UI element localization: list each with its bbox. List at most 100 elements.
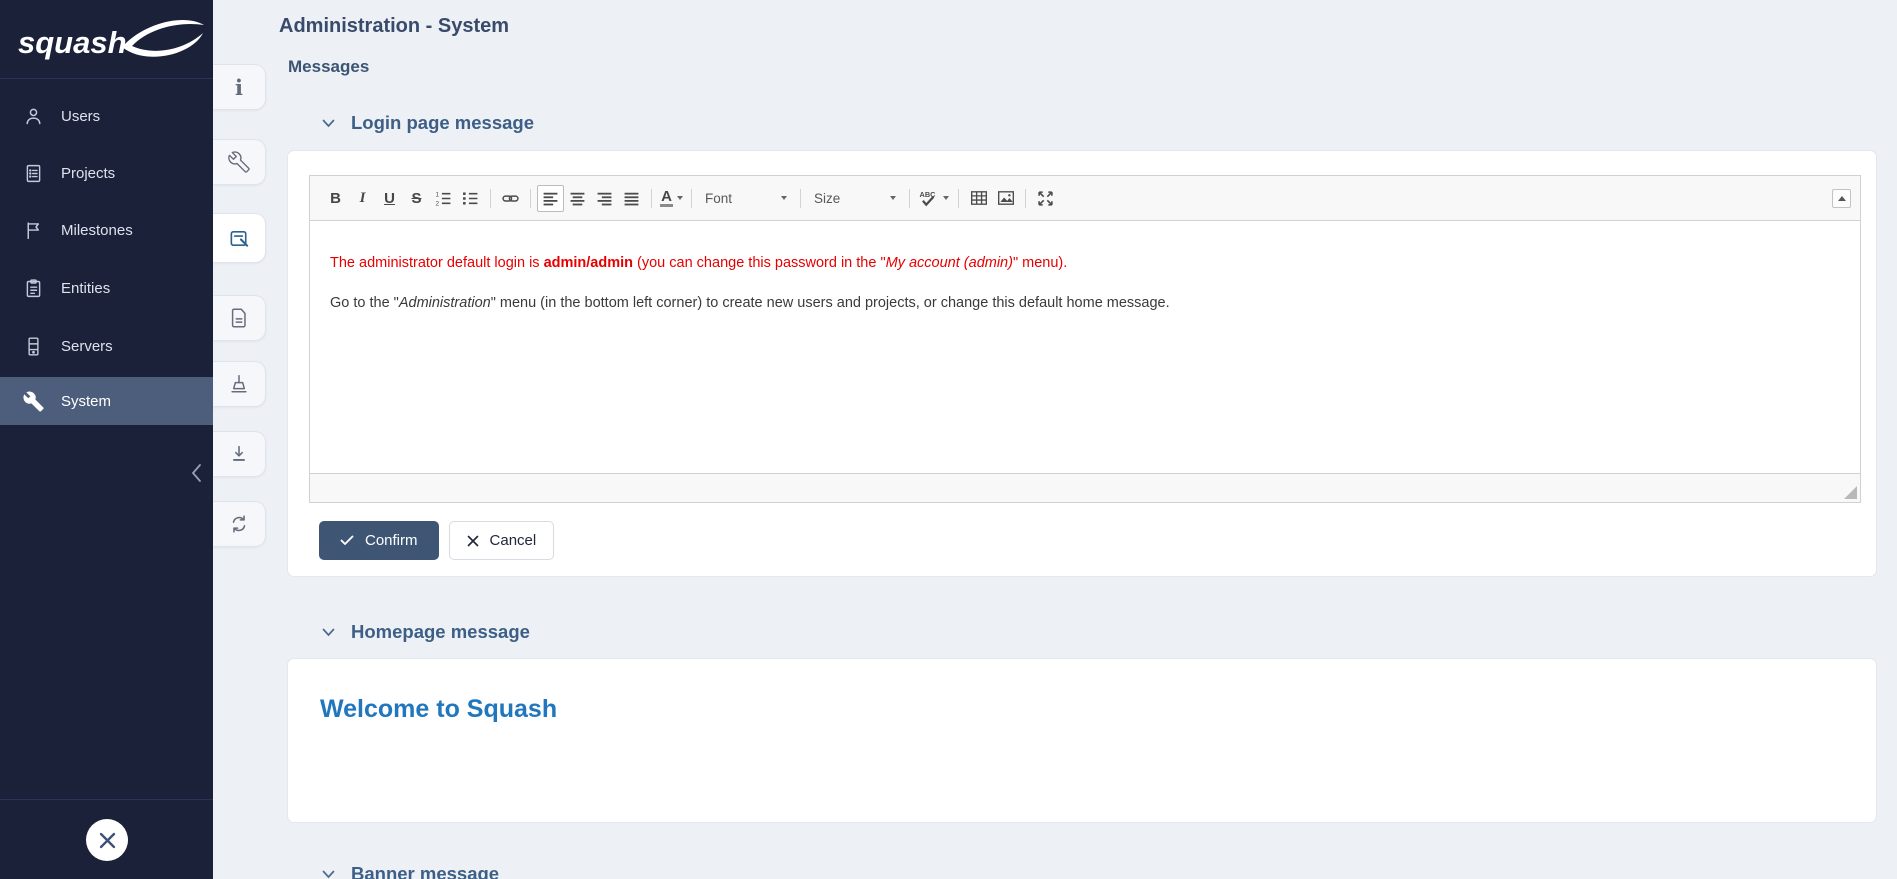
size-select-value: Size xyxy=(814,191,840,206)
sidebar-collapse-button[interactable] xyxy=(184,458,208,488)
sidebar-item-label: System xyxy=(61,393,111,410)
image-icon xyxy=(997,189,1015,207)
toolbar-separator xyxy=(958,189,959,208)
align-center-icon xyxy=(569,190,586,207)
svg-text:1: 1 xyxy=(436,191,440,198)
text-color-button[interactable]: A xyxy=(658,185,685,212)
login-message-line2: Go to the "Administration" menu (in the … xyxy=(330,293,1840,313)
dropdown-caret-icon xyxy=(781,196,787,200)
align-left-button[interactable] xyxy=(537,185,564,212)
check-icon xyxy=(340,535,354,546)
homepage-message-panel[interactable]: Welcome to Squash xyxy=(287,658,1877,823)
italic-button[interactable]: I xyxy=(349,185,376,212)
toolbar-separator xyxy=(1025,189,1026,208)
underline-button[interactable]: U xyxy=(376,185,403,212)
editor-status-bar xyxy=(310,473,1860,502)
editor-content[interactable]: The administrator default login is admin… xyxy=(310,221,1860,473)
bullet-list-button[interactable] xyxy=(457,185,484,212)
numbered-list-button[interactable]: 12 xyxy=(430,185,457,212)
rail-tab-downloads[interactable] xyxy=(213,431,266,477)
flag-icon xyxy=(22,219,44,241)
user-icon xyxy=(22,105,44,127)
rail-tab-settings[interactable] xyxy=(213,139,266,185)
strikethrough-button[interactable]: S xyxy=(403,185,430,212)
cancel-button[interactable]: Cancel xyxy=(449,521,555,560)
close-button[interactable] xyxy=(86,819,128,861)
download-icon xyxy=(228,443,250,465)
toolbar-separator xyxy=(651,189,652,208)
align-left-icon xyxy=(542,190,559,207)
dropdown-caret-icon xyxy=(943,196,949,200)
link-button[interactable] xyxy=(497,185,524,212)
collapse-toolbar-button[interactable] xyxy=(1832,189,1851,208)
maximize-button[interactable] xyxy=(1032,185,1059,212)
justify-button[interactable] xyxy=(618,185,645,212)
sidebar-divider xyxy=(0,799,213,800)
numbered-list-icon: 12 xyxy=(435,190,452,207)
confirm-button[interactable]: Confirm xyxy=(319,521,439,560)
toolbar-separator xyxy=(909,189,910,208)
maximize-icon xyxy=(1037,190,1054,207)
toolbar-separator xyxy=(691,189,692,208)
sidebar-item-servers[interactable]: Servers xyxy=(0,322,213,370)
panel-rail: i xyxy=(213,0,273,879)
squash-logo-graphic: squash xyxy=(10,13,206,65)
rail-tab-messages[interactable] xyxy=(213,213,266,263)
sidebar-item-label: Milestones xyxy=(61,222,133,239)
sidebar-item-label: Users xyxy=(61,108,100,125)
image-button[interactable] xyxy=(992,185,1019,212)
banner-message-header[interactable]: Banner message xyxy=(322,863,499,879)
message-edit-icon xyxy=(228,227,251,250)
sidebar-item-users[interactable]: Users xyxy=(0,92,213,140)
page-title: Administration - System xyxy=(279,15,509,38)
table-icon xyxy=(970,189,988,207)
chevron-down-icon xyxy=(322,628,335,637)
sync-icon xyxy=(228,513,250,535)
align-right-button[interactable] xyxy=(591,185,618,212)
server-icon xyxy=(22,335,44,357)
size-select[interactable]: Size xyxy=(807,185,903,212)
editor-toolbar: B I U S 12 xyxy=(310,176,1860,221)
dropdown-caret-icon xyxy=(890,196,896,200)
wrench-icon xyxy=(228,151,250,173)
broom-icon xyxy=(228,373,250,395)
text-color-icon: A xyxy=(660,189,673,207)
homepage-message-header[interactable]: Homepage message xyxy=(322,621,530,643)
sidebar-item-projects[interactable]: Projects xyxy=(0,149,213,197)
login-page-message-header[interactable]: Login page message xyxy=(322,112,534,134)
messages-section-label: Messages xyxy=(288,57,369,77)
toolbar-separator xyxy=(490,189,491,208)
sidebar-item-label: Servers xyxy=(61,338,113,355)
editor-actions: Confirm Cancel xyxy=(319,521,554,560)
x-icon xyxy=(467,535,479,547)
rail-tab-cleaning[interactable] xyxy=(213,361,266,407)
font-select[interactable]: Font xyxy=(698,185,794,212)
login-message-line1: The administrator default login is admin… xyxy=(330,253,1840,273)
rail-tab-synchronization[interactable] xyxy=(213,501,266,547)
rail-tab-logs[interactable] xyxy=(213,295,266,341)
spellcheck-button[interactable]: ABC xyxy=(916,185,952,212)
app-logo[interactable]: squash xyxy=(0,0,213,79)
align-right-icon xyxy=(596,190,613,207)
wrench-icon xyxy=(22,390,44,412)
sidebar-item-entities[interactable]: Entities xyxy=(0,264,213,312)
app: { "app": { "logo_text": "squash" }, "pag… xyxy=(0,0,1897,879)
resize-handle[interactable] xyxy=(1844,486,1857,499)
toolbar-separator xyxy=(530,189,531,208)
chevron-left-icon xyxy=(190,461,203,485)
chevron-down-icon xyxy=(322,870,335,879)
project-document-icon xyxy=(22,162,44,184)
spellcheck-icon: ABC xyxy=(919,189,939,207)
close-icon xyxy=(98,831,117,850)
section-title: Homepage message xyxy=(351,621,530,643)
sidebar-item-system[interactable]: System xyxy=(0,377,213,425)
section-title: Banner message xyxy=(351,863,499,879)
table-button[interactable] xyxy=(965,185,992,212)
bold-button[interactable]: B xyxy=(322,185,349,212)
align-center-button[interactable] xyxy=(564,185,591,212)
rail-tab-information[interactable]: i xyxy=(213,64,266,110)
section-title: Login page message xyxy=(351,112,534,134)
homepage-message-text: Welcome to Squash xyxy=(320,695,557,724)
document-icon xyxy=(228,307,250,329)
sidebar-item-milestones[interactable]: Milestones xyxy=(0,206,213,254)
